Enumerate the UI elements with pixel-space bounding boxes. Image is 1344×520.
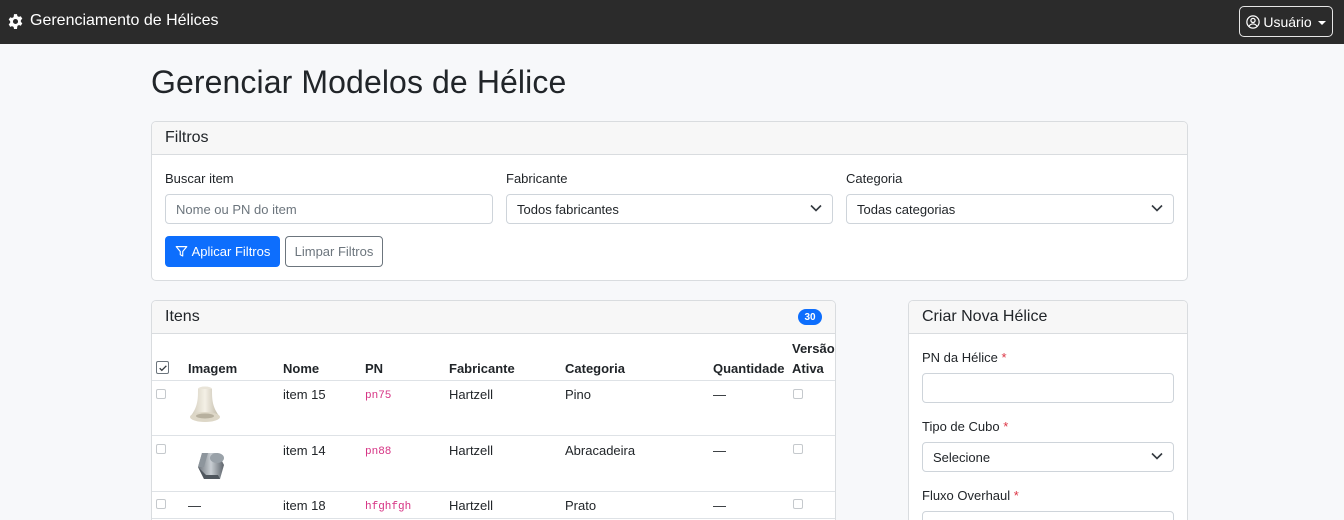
row-pn: pn88 (365, 446, 392, 458)
items-count-badge: 30 (798, 309, 822, 325)
manufacturer-select[interactable]: Todos fabricantes (506, 194, 833, 224)
create-header: Criar Nova Hélice (909, 301, 1187, 334)
column-header-manufacturer: Fabricante (449, 361, 515, 376)
hub-type-select[interactable]: Selecione (922, 442, 1174, 472)
row-category: Prato (565, 498, 597, 513)
row-pn: hfghfgh (365, 501, 412, 513)
row-checkbox[interactable] (156, 499, 166, 509)
column-header-quantity: Quantidade (713, 361, 785, 376)
row-checkbox[interactable] (156, 444, 166, 454)
row-name: item 15 (283, 387, 326, 402)
column-header-active-version-line2: Ativa (792, 361, 824, 376)
required-mark: * (1013, 488, 1019, 503)
category-label: Categoria (846, 171, 903, 186)
item-thumbnail-bolt (188, 441, 232, 485)
overhaul-flow-label-text: Fluxo Overhaul (922, 488, 1011, 503)
user-menu-label: Usuário (1263, 13, 1312, 30)
column-header-active-version-line1: Versão (792, 341, 835, 356)
row-manufacturer: Hartzell (449, 387, 494, 402)
chevron-down-icon (1151, 204, 1163, 214)
user-menu-button[interactable]: Usuário (1239, 6, 1333, 37)
hub-type-label-text: Tipo de Cubo (922, 419, 1000, 434)
row-active-version-checkbox[interactable] (793, 389, 803, 399)
overhaul-flow-select[interactable] (922, 511, 1174, 520)
user-circle-icon (1246, 14, 1261, 29)
chevron-down-icon (810, 204, 822, 214)
chevron-down-icon (1151, 452, 1163, 462)
top-navbar: Gerenciamento de Hélices Usuário (0, 0, 1344, 44)
row-divider (152, 518, 835, 519)
row-name: item 14 (283, 443, 326, 458)
row-quantity: — (713, 498, 726, 513)
gear-icon (7, 13, 24, 30)
search-input[interactable] (176, 201, 492, 217)
apply-filters-button[interactable]: Aplicar Filtros (165, 236, 280, 267)
brand-text: Gerenciamento de Hélices (30, 12, 219, 29)
row-active-version-checkbox[interactable] (793, 499, 803, 509)
row-checkbox[interactable] (156, 389, 166, 399)
category-select[interactable]: Todas categorias (846, 194, 1174, 224)
hub-type-label: Tipo de Cubo * (922, 419, 1008, 434)
row-quantity: — (713, 443, 726, 458)
items-header-title: Itens (165, 308, 200, 325)
column-header-name: Nome (283, 361, 320, 376)
overhaul-flow-label: Fluxo Overhaul * (922, 488, 1019, 503)
row-manufacturer: Hartzell (449, 498, 494, 513)
search-label: Buscar item (165, 171, 234, 186)
manufacturer-select-value: Todos fabricantes (517, 201, 619, 217)
items-card: Itens 30 Imagem Nome PN Fabricante Categ… (151, 300, 836, 520)
column-header-image: Imagem (188, 361, 238, 376)
items-header: Itens (152, 301, 835, 334)
pn-label-text: PN da Hélice (922, 350, 998, 365)
row-category: Pino (565, 387, 592, 402)
search-field (165, 194, 493, 224)
filter-icon (175, 245, 188, 258)
row-category: Abracadeira (565, 443, 636, 458)
required-mark: * (1001, 350, 1007, 365)
table-header-divider (152, 380, 835, 381)
pn-input[interactable] (922, 373, 1174, 403)
create-propeller-card: Criar Nova Hélice PN da Hélice * Tipo de… (908, 300, 1188, 520)
caret-down-icon (1317, 20, 1326, 25)
column-header-pn: PN (365, 361, 384, 376)
row-pn: pn75 (365, 390, 392, 402)
manufacturer-label: Fabricante (506, 171, 568, 186)
row-active-version-checkbox[interactable] (793, 444, 803, 454)
clear-filters-button[interactable]: Limpar Filtros (285, 236, 383, 267)
apply-filters-label: Aplicar Filtros (191, 244, 271, 259)
select-all-checkbox[interactable] (156, 361, 169, 374)
row-manufacturer: Hartzell (449, 443, 494, 458)
filters-header: Filtros (152, 122, 1187, 155)
item-thumbnail-bushing (185, 385, 229, 429)
category-select-value: Todas categorias (857, 201, 956, 217)
hub-type-select-value: Selecione (933, 449, 991, 465)
row-divider (152, 491, 835, 492)
column-header-category: Categoria (565, 361, 625, 376)
required-mark: * (1003, 419, 1009, 434)
brand-link[interactable]: Gerenciamento de Hélices (7, 12, 219, 30)
page-title: Gerenciar Modelos de Hélice (151, 64, 567, 100)
row-divider (152, 435, 835, 436)
row-quantity: — (713, 387, 726, 402)
pn-label: PN da Hélice * (922, 350, 1007, 365)
row-name: item 18 (283, 498, 326, 513)
row-image-placeholder: — (188, 498, 201, 513)
filters-card: Filtros Buscar item Fabricante Todos fab… (151, 121, 1188, 281)
